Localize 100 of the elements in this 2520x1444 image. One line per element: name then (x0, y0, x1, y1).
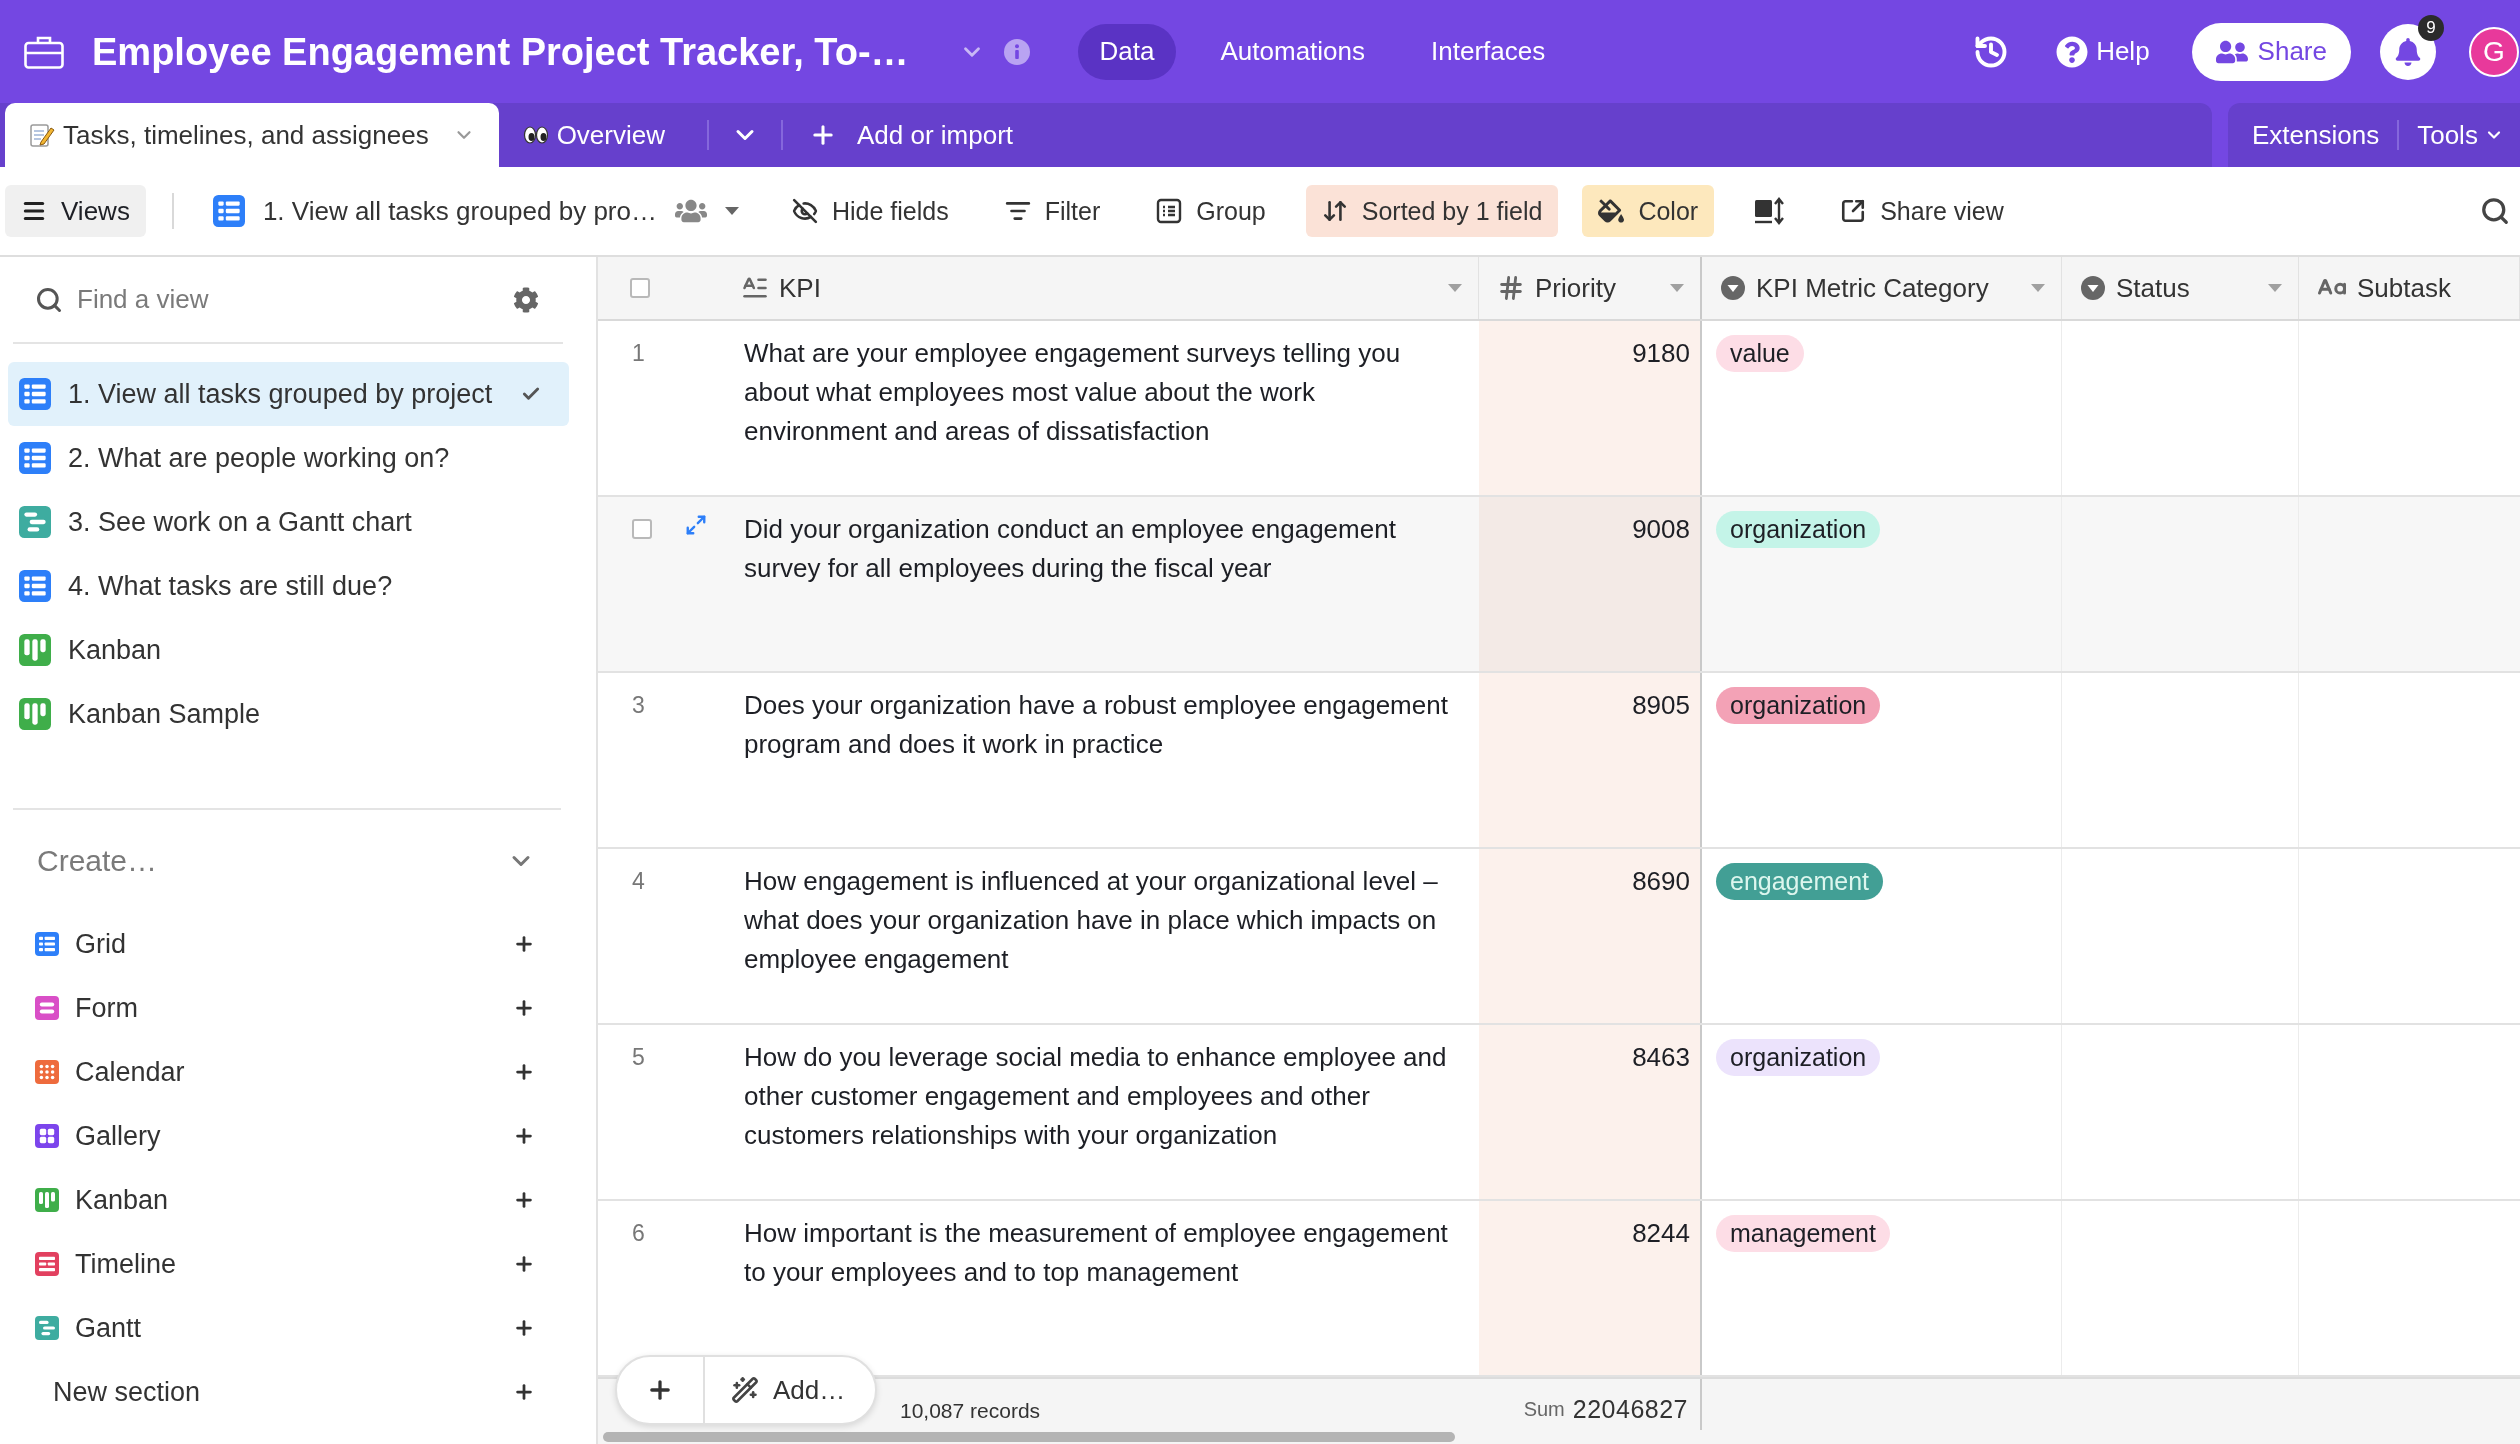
create-view-item[interactable]: Gallery (13, 1104, 561, 1168)
new-section-button[interactable]: New section (13, 1360, 561, 1424)
filter-button[interactable]: Filter (988, 185, 1117, 237)
category-tag: organization (1716, 511, 1881, 548)
search-icon (35, 285, 63, 314)
create-view-item[interactable]: Calendar (13, 1040, 561, 1104)
caret-down-icon[interactable] (2031, 284, 2045, 292)
view-item[interactable]: 3. See work on a Gantt chart (8, 490, 569, 554)
add-table-button[interactable]: Add or import (801, 103, 1022, 167)
plus-icon (513, 1189, 535, 1211)
expand-arrows-icon[interactable] (685, 514, 707, 536)
column-header[interactable]: KPI (723, 257, 1479, 319)
table-row[interactable]: 5 How do you leverage social media to enhance employee and other customer engagement and employees and other customers relationships with your organization 8463 organization (598, 1025, 2520, 1201)
plus-icon (513, 933, 535, 955)
create-view-item[interactable]: Timeline (13, 1232, 561, 1296)
plus-icon (513, 997, 535, 1019)
create-view-item[interactable]: Kanban (13, 1168, 561, 1232)
briefcase-icon[interactable] (24, 34, 64, 69)
table-row[interactable]: 3 Does your organization have a robust employee engagement program and does it work in practice 8905 organization (598, 673, 2520, 849)
views-button[interactable]: Views (5, 185, 146, 237)
view-item[interactable]: Kanban Sample (8, 682, 569, 746)
view-item[interactable]: 1. View all tasks grouped by project (8, 362, 569, 426)
view-switcher[interactable]: 1. View all tasks grouped by pro… (199, 185, 752, 237)
search-field[interactable]: Find a view (77, 277, 499, 322)
group-button[interactable]: Group (1140, 185, 1282, 237)
question-icon (2056, 35, 2089, 68)
table-row[interactable]: 4 How engagement is influenced at your organizational level – what does your organization have in place which impacts on employee engagement 8690 engagement (598, 849, 2520, 1025)
column-header[interactable]: KPI Metric Category (1702, 257, 2062, 319)
create-view-item[interactable]: Gantt (13, 1296, 561, 1360)
hide-fields-button[interactable]: Hide fields (775, 185, 965, 237)
table-cell-text: What are your employee engagement surveys telling you about what employees most value about the work environment and areas of dissatisfaction (743, 337, 1402, 448)
table-row[interactable]: 1 What are your employee engagement surveys telling you about what employees most value about the work environment and areas of dissatisfaction 9180 value (598, 321, 2520, 497)
record-count: 10,087 records (900, 1398, 1041, 1423)
eyes-icon (522, 125, 549, 145)
table-cell-text: How engagement is influenced at your organizational level – what does your organization have in place which impacts on employee engagement (743, 865, 1439, 976)
plus-icon (513, 1381, 535, 1403)
row-checkbox[interactable] (632, 519, 652, 539)
view-item[interactable]: Kanban (8, 618, 569, 682)
category-tag: organization (1716, 687, 1881, 724)
table-row[interactable]: 6 How important is the measurement of employee engagement to your employees and to top management 8244 management (598, 1201, 2520, 1377)
table-cell: 8463 (1479, 1025, 1702, 1199)
table-cell: 9180 (1479, 321, 1702, 495)
table-cell: 8244 (1479, 1201, 1702, 1375)
grid-icon (19, 442, 51, 474)
create-view-item[interactable]: Form (13, 976, 561, 1040)
column-header[interactable]: Priority (1479, 257, 1702, 319)
nav-tab[interactable]: Data (1077, 23, 1177, 80)
gallery-icon (35, 1124, 59, 1148)
share-button[interactable]: Share (2191, 22, 2351, 81)
table-cell-text: Does your organization have a robust employee engagement program and does it work in practice (743, 689, 1449, 761)
settings-icon[interactable] (513, 286, 539, 313)
form-icon (35, 996, 59, 1020)
plus-icon (513, 1317, 535, 1339)
column-header[interactable]: Subtask (2299, 257, 2520, 319)
plus-icon (513, 1125, 535, 1147)
create-view-item[interactable]: Grid (13, 912, 561, 976)
extensions-button[interactable]: Extensions (2252, 113, 2380, 157)
external-link-icon (1840, 198, 1867, 224)
select-all-checkbox[interactable] (630, 278, 650, 298)
column-header[interactable]: Status (2062, 257, 2299, 319)
table-row[interactable]: Did your organization conduct an employee engagement survey for all employees during the fiscal year 9008 organization (598, 497, 2520, 673)
create-section-toggle[interactable]: Create… (13, 810, 561, 912)
caret-down-icon[interactable] (1670, 284, 1684, 292)
sum-label: Sum (1523, 1398, 1565, 1421)
table-tab[interactable]: Tasks, timelines, and assignees (5, 103, 499, 167)
grid-icon (19, 570, 51, 602)
tools-button[interactable]: Tools (2417, 113, 2504, 157)
table-cell-text: How important is the measurement of employee engagement to your employees and to top management (743, 1217, 1449, 1289)
category-tag: organization (1716, 1039, 1881, 1076)
share-view-button[interactable]: Share view (1824, 185, 2020, 237)
gantt-icon (19, 506, 51, 538)
list-box-icon (1156, 198, 1183, 224)
avatar[interactable]: G (2469, 26, 2519, 77)
hash-icon (1497, 274, 1525, 302)
box-arrow-icon (1754, 197, 1785, 225)
sum-value: 22046827 (1572, 1395, 1688, 1424)
nav-tab[interactable]: Automations (1198, 23, 1387, 80)
table-cell-text: How do you leverage social media to enhance employee and other customer engagement and employees and other customers relationships with your organization (743, 1041, 1448, 1152)
caret-down-icon[interactable] (2268, 284, 2282, 292)
scrollbar-thumb[interactable] (603, 1432, 1455, 1442)
paint-bucket-icon (1598, 198, 1625, 224)
view-item[interactable]: 2. What are people working on? (8, 426, 569, 490)
table-tab[interactable]: Overview (498, 103, 689, 167)
table-cell-text: Did your organization conduct an employee engagement survey for all employees during the fiscal year (743, 513, 1397, 585)
nav-tab[interactable]: Interfaces (1409, 23, 1568, 80)
help-button[interactable]: Help (2056, 27, 2150, 76)
dropdown-circle-icon (1720, 275, 1746, 301)
color-button[interactable]: Color (1582, 185, 1715, 237)
info-icon[interactable] (1003, 38, 1030, 65)
row-number: 1 (632, 339, 645, 368)
category-tag: engagement (1716, 863, 1883, 900)
search-icon[interactable] (2480, 196, 2510, 226)
table-cell: 9008 (1479, 497, 1702, 671)
view-item[interactable]: 4. What tasks are still due? (8, 554, 569, 618)
dropdown-circle-icon (2080, 275, 2106, 301)
notification-badge: 9 (2418, 14, 2444, 41)
caret-down-icon (724, 207, 739, 215)
caret-down-icon[interactable] (1448, 284, 1462, 292)
base-title: Employee Engagement Project Tracker, To-… (92, 29, 909, 75)
sort-button[interactable]: Sorted by 1 field (1305, 185, 1559, 237)
